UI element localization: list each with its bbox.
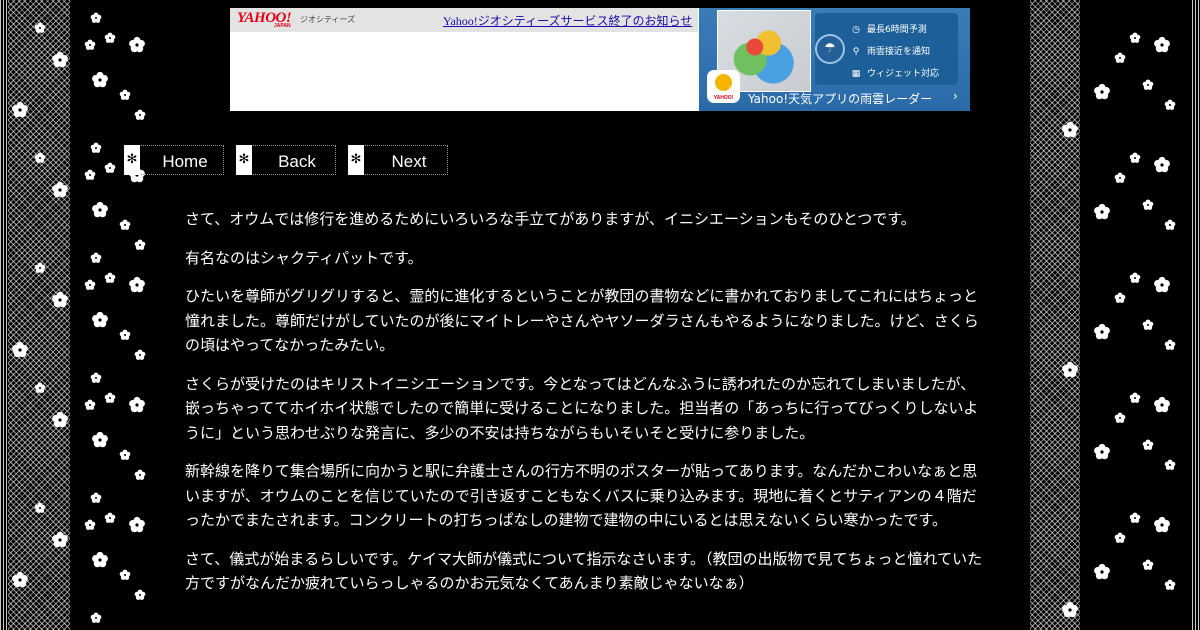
flower-icon: ✻ — [124, 145, 140, 175]
clock-icon: ◷ — [852, 25, 860, 35]
home-label: Home — [162, 152, 208, 171]
flower-icon: ✻ — [236, 145, 252, 175]
article-paragraph: 新幹線を降りて集合場所に向かうと駅に弁護士さんの行方不明のポスターが貼ってありま… — [185, 462, 978, 529]
article-paragraph: さくらが受けたのはキリストイニシエーションです。今となってはどんなふうに誘われた… — [185, 374, 979, 442]
flower-pattern — [1062, 32, 1176, 618]
chevron-right-icon: › — [953, 89, 958, 103]
article-paragraph: 有名なのはシャクティパットです。 — [185, 248, 423, 267]
feature-label: 最長6時間予測 — [867, 25, 927, 35]
ad-banner: YAHOO! JAPAN ジオシティーズ Yahoo!ジオシティーズサービス終了… — [230, 8, 970, 111]
feature-item: ◷ 最長6時間予測 — [851, 22, 927, 35]
flower-icon: ✻ — [348, 145, 364, 175]
lace-border-right — [1020, 0, 1200, 630]
feature-label: 雨雲接近を通知 — [867, 47, 931, 57]
app-icon-label: YAHOO! — [713, 95, 734, 101]
lace-border-left — [0, 0, 170, 630]
next-label: Next — [391, 152, 427, 171]
feature-label: ウィジェット対応 — [867, 69, 940, 79]
service-end-notice-link[interactable]: Yahoo!ジオシティーズサービス終了のお知らせ — [443, 12, 692, 29]
weather-app-icon: YAHOO! — [707, 70, 740, 103]
sun-icon — [715, 74, 732, 91]
pin-icon: ⚲ — [852, 47, 860, 57]
next-button[interactable]: ✻ Next — [348, 145, 448, 175]
article-paragraph: さて、オウムでは修行を進めるためにいろいろな手立てがありますが、イニシエーション… — [185, 210, 916, 228]
rain-cloud-icon: ☂ — [815, 34, 845, 64]
article-paragraph: さて、儀式が始まるらしいです。ケイマ大師が儀式について指示なさいます。（教団の出… — [185, 549, 983, 593]
ad-topbar: YAHOO! JAPAN ジオシティーズ Yahoo!ジオシティーズサービス終了… — [230, 8, 698, 32]
geocities-label: ジオシティーズ — [300, 15, 356, 24]
weather-app-ad[interactable]: ☂ ◷ 最長6時間予測 ⚲ 雨雲接近を通知 ▦ ウィジェット対応 YAHOO! Yah… — [699, 8, 970, 111]
feature-item: ▦ ウィジェット対応 — [851, 66, 939, 79]
feature-item: ⚲ 雨雲接近を通知 — [851, 44, 930, 57]
article-body: さて、オウムでは修行を進めるためにいろいろな手立てがありますが、イニシエーション… — [185, 207, 990, 610]
flower-pattern — [12, 12, 146, 623]
widget-icon: ▦ — [851, 69, 861, 79]
yahoo-japan-label: JAPAN — [274, 23, 291, 29]
home-button[interactable]: ✻ Home — [124, 145, 224, 175]
back-button[interactable]: ✻ Back — [236, 145, 336, 175]
article-paragraph: ひたいを尊師がグリグリすると、霊的に進化するということが教団の書物などに書かれて… — [185, 287, 979, 354]
weather-cta-text: Yahoo!天気アプリの雨雲レーダー — [748, 92, 933, 106]
back-label: Back — [278, 152, 316, 171]
